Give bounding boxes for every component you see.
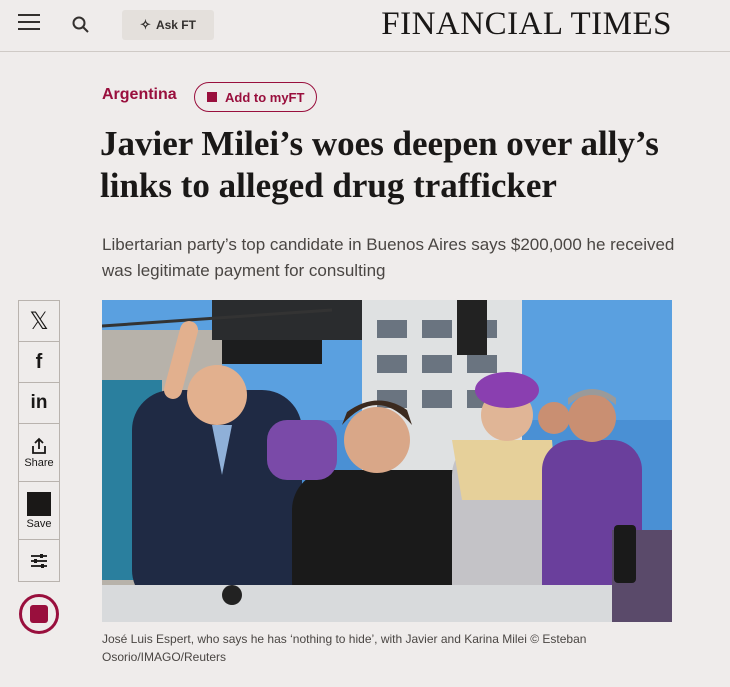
ask-ft-button[interactable]: ✧ Ask FT <box>122 10 214 40</box>
add-to-myft-label: Add to myFT <box>225 89 305 105</box>
sparkle-icon: ✧ <box>140 17 151 32</box>
add-to-myft-button[interactable]: Add to myFT <box>194 82 318 112</box>
article-photo <box>102 300 672 622</box>
search-icon[interactable] <box>70 14 92 36</box>
share-x-button[interactable]: 𝕏 <box>19 301 59 342</box>
standfirst: Libertarian party’s top candidate in Bue… <box>102 235 675 280</box>
top-bar: ✧ Ask FT FINANCIAL TIMES <box>0 0 730 52</box>
menu-icon[interactable] <box>18 14 40 32</box>
save-button[interactable]: Save <box>19 482 59 540</box>
share-icon <box>32 437 46 454</box>
sliders-icon <box>31 553 47 568</box>
share-rail: 𝕏 f in Share Save <box>18 300 60 582</box>
record-icon[interactable] <box>19 594 59 634</box>
ask-ft-label: Ask FT <box>155 18 196 32</box>
save-label: Save <box>26 517 52 530</box>
linkedin-icon: in <box>30 392 48 413</box>
save-icon <box>27 491 51 516</box>
facebook-icon: f <box>35 350 43 373</box>
photo-caption: José Luis Espert, who says he has ‘nothi… <box>102 632 587 664</box>
myft-square-icon <box>207 92 217 102</box>
share-linkedin-button[interactable]: in <box>19 383 59 424</box>
share-label: Share <box>24 456 54 469</box>
x-icon: 𝕏 <box>29 307 49 335</box>
masthead-logo[interactable]: FINANCIAL TIMES <box>381 6 672 43</box>
share-button[interactable]: Share <box>19 424 59 482</box>
settings-button[interactable] <box>19 540 59 581</box>
topic-link[interactable]: Argentina <box>102 86 177 104</box>
share-facebook-button[interactable]: f <box>19 342 59 383</box>
headline: Javier Milei’s woes deepen over ally’s l… <box>100 124 659 205</box>
